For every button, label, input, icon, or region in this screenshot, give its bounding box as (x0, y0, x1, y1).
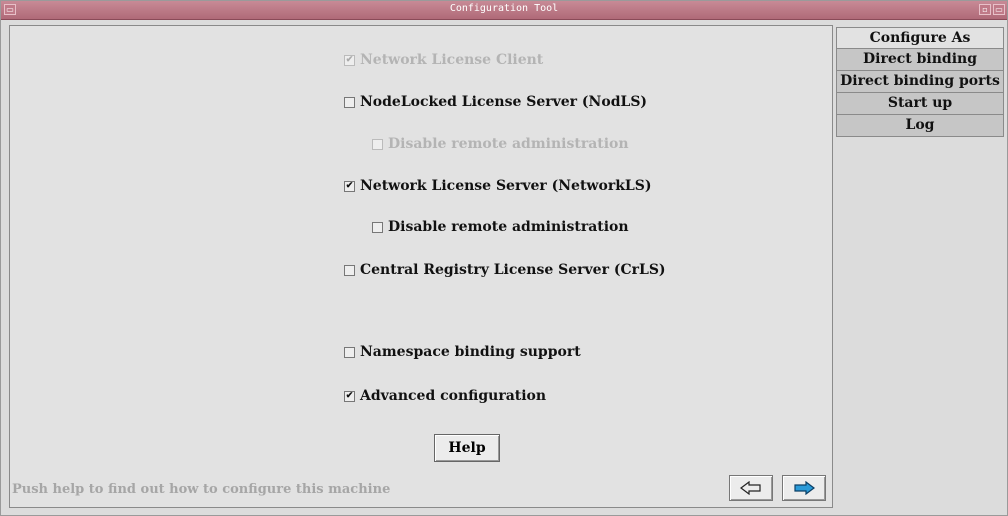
tab-direct-binding-ports[interactable]: Direct binding ports (836, 71, 1004, 93)
option-label: Namespace binding support (360, 344, 581, 360)
option-label: Advanced configuration (360, 388, 547, 404)
tab-log[interactable]: Log (836, 115, 1004, 137)
option-label: Network License Server (NetworkLS) (360, 178, 652, 194)
option-label: Network License Client (360, 52, 544, 68)
hollow-left-arrow-icon (740, 481, 761, 495)
checkbox[interactable] (372, 221, 383, 233)
back-button[interactable] (729, 475, 773, 501)
window-title: Configuration Tool (449, 3, 559, 14)
checkbox: ✔ (344, 54, 355, 66)
network-license-client-option: ✔ Network License Client (344, 52, 543, 68)
next-button[interactable] (782, 475, 826, 501)
tab-configure-as[interactable]: Configure As (836, 27, 1004, 49)
option-label: Central Registry License Server (CrLS) (360, 262, 666, 278)
nodelocked-disable-remote-checkbox: Disable remote administration (372, 136, 629, 152)
nodelocked-server-checkbox[interactable]: NodeLocked License Server (NodLS) (344, 94, 647, 110)
status-message: Push help to find out how to configure t… (12, 482, 391, 497)
tab-start-up[interactable]: Start up (836, 93, 1004, 115)
namespace-binding-checkbox[interactable]: Namespace binding support (344, 344, 581, 360)
configuration-tool-window: ▭ Configuration Tool ▫ ▭ ✔ Network Licen… (0, 0, 1008, 516)
checkbox (372, 138, 383, 150)
title-bar[interactable]: ▭ Configuration Tool ▫ ▭ (1, 1, 1007, 20)
network-server-checkbox[interactable]: ✔ Network License Server (NetworkLS) (344, 178, 651, 194)
help-button[interactable]: Help (434, 434, 500, 462)
checkbox[interactable] (344, 96, 355, 108)
checkbox[interactable]: ✔ (344, 390, 355, 402)
option-label: NodeLocked License Server (NodLS) (360, 94, 648, 110)
central-registry-checkbox[interactable]: Central Registry License Server (CrLS) (344, 262, 666, 278)
maximize-button[interactable]: ▭ (993, 4, 1005, 15)
checkbox[interactable]: ✔ (344, 180, 355, 192)
tab-list: Configure As Direct binding Direct bindi… (836, 27, 1004, 137)
option-label: Disable remote administration (388, 136, 629, 152)
option-label: Disable remote administration (388, 219, 629, 235)
advanced-config-checkbox[interactable]: ✔ Advanced configuration (344, 388, 546, 404)
blue-right-arrow-icon (794, 481, 815, 495)
configure-as-panel: ✔ Network License Client NodeLocked Lice… (9, 25, 833, 508)
minimize-button[interactable]: ▫ (979, 4, 991, 15)
checkbox[interactable] (344, 264, 355, 276)
network-disable-remote-checkbox[interactable]: Disable remote administration (372, 219, 629, 235)
checkbox[interactable] (344, 346, 355, 358)
tab-direct-binding[interactable]: Direct binding (836, 49, 1004, 71)
